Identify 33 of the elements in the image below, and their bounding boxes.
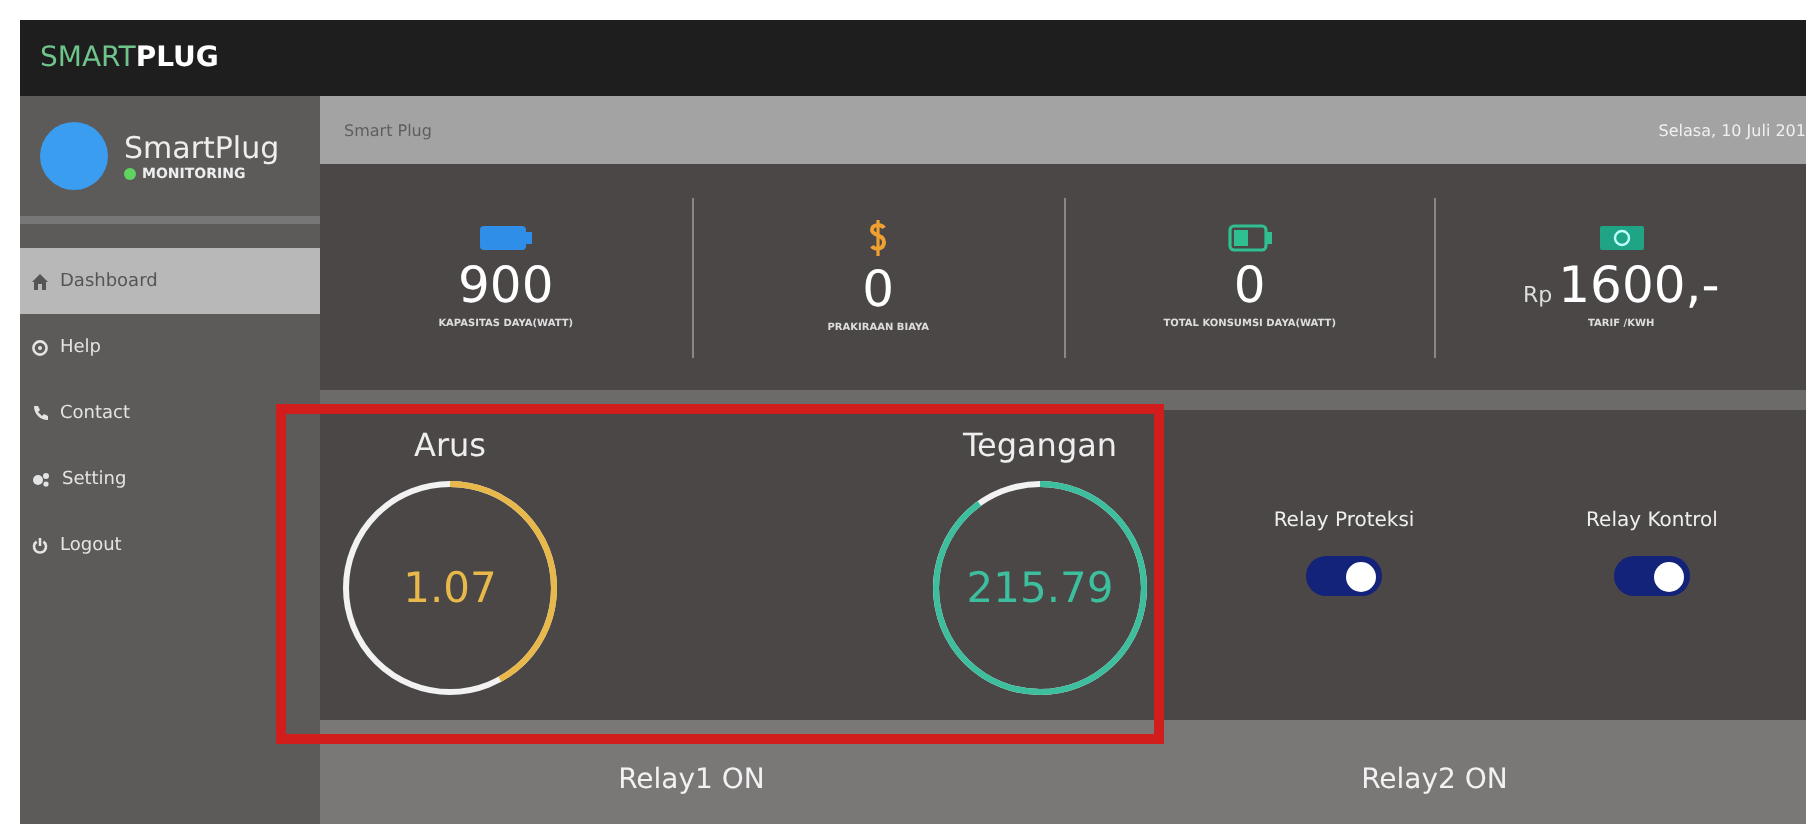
brand-logo: SMARTPLUG (40, 42, 219, 74)
sidebar-item[interactable]: Contact (20, 380, 320, 446)
gauge-value: 1.07 (403, 564, 497, 612)
stat-value: 900 (458, 256, 554, 314)
home-icon (32, 273, 48, 289)
relay-status: Relay1 ON (616, 762, 767, 796)
dollar-icon (868, 220, 889, 256)
gear-icon (32, 471, 50, 487)
sidebar-item[interactable]: Setting (20, 446, 320, 512)
profile-name: SmartPlug (124, 130, 280, 166)
avatar (40, 122, 108, 190)
banknote-icon (1599, 224, 1644, 252)
stat-value: 0 (862, 260, 895, 318)
help-icon (32, 339, 48, 355)
gauge-value: 215.79 (966, 564, 1114, 612)
breadcrumb: Smart Plug (344, 121, 432, 139)
toggle-switch[interactable] (1614, 556, 1690, 596)
phone-icon (32, 405, 48, 421)
sidebar-item[interactable]: Logout (20, 512, 320, 578)
battery-icon (479, 224, 532, 252)
relay-label: Relay Kontrol (1586, 510, 1718, 532)
stat-value: Rp 1600,- (1523, 256, 1720, 314)
battery-icon (1227, 224, 1272, 252)
stat-value: 0 (1233, 256, 1266, 314)
toggle-switch[interactable] (1306, 556, 1382, 596)
relay-status: Relay2 ON (1359, 762, 1510, 796)
sidebar-item[interactable]: Help (20, 314, 320, 380)
power-icon (32, 537, 48, 553)
gauge-title: Tegangan (962, 426, 1118, 464)
gauge-title: Arus (414, 426, 486, 464)
sidebar-item[interactable]: Dashboard (20, 248, 320, 314)
date-text: Selasa, 10 Juli 201 (1658, 121, 1806, 139)
relay-label: Relay Proteksi (1273, 510, 1415, 532)
